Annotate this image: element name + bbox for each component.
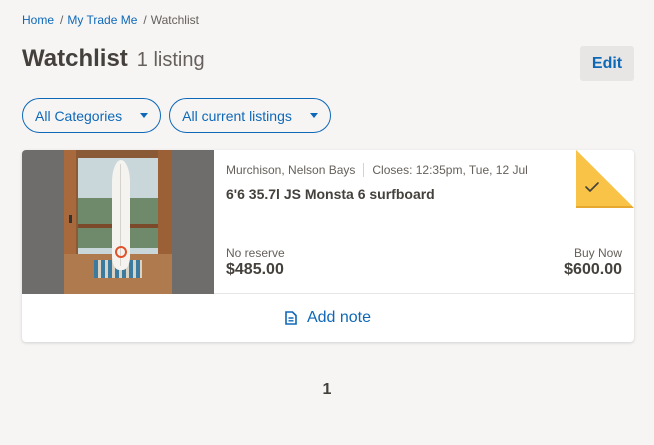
watchlist-check-icon <box>576 150 634 208</box>
category-filter-label: All Categories <box>35 107 123 124</box>
listing-status-filter-dropdown[interactable]: All current listings <box>169 98 331 133</box>
reserve-label: No reserve <box>226 246 285 260</box>
listing-count: 1 listing <box>136 49 205 71</box>
breadcrumb-separator: / <box>60 13 64 27</box>
buy-now-label: Buy Now <box>573 246 622 260</box>
breadcrumb-home-link[interactable]: Home <box>22 13 54 27</box>
breadcrumb: Home / My Trade Me / Watchlist <box>22 13 199 27</box>
breadcrumb-separator: / <box>143 13 147 27</box>
listing-status-filter-label: All current listings <box>182 107 292 124</box>
pagination: 1 <box>0 381 654 399</box>
filter-bar: All Categories All current listings <box>22 98 331 133</box>
add-note-label: Add note <box>306 309 372 326</box>
listing-card[interactable]: Murchison, Nelson Bays Closes: 12:35pm, … <box>22 150 634 342</box>
add-note-button[interactable]: Add note <box>22 294 634 342</box>
buy-now-price: $600.00 <box>564 261 622 278</box>
category-filter-dropdown[interactable]: All Categories <box>22 98 162 133</box>
chevron-down-icon <box>140 113 149 118</box>
breadcrumb-my-trade-me-link[interactable]: My Trade Me <box>67 13 137 27</box>
watchlisted-badge[interactable] <box>576 150 634 208</box>
listing-photo <box>64 150 172 294</box>
breadcrumb-current: Watchlist <box>150 13 199 27</box>
current-price-block: No reserve $485.00 <box>226 246 285 279</box>
listing-card-body[interactable]: Murchison, Nelson Bays Closes: 12:35pm, … <box>22 150 634 294</box>
page-title: Watchlist <box>22 45 128 72</box>
chevron-down-icon <box>309 113 318 118</box>
listing-meta: Murchison, Nelson Bays Closes: 12:35pm, … <box>226 163 528 177</box>
listing-location: Murchison, Nelson Bays <box>226 163 356 177</box>
page-number-current[interactable]: 1 <box>323 381 332 398</box>
meta-divider <box>363 163 365 177</box>
buy-now-block: Buy Now $600.00 <box>564 246 622 279</box>
listing-thumbnail[interactable] <box>22 150 214 294</box>
page-header: Watchlist 1 listing <box>22 45 205 73</box>
listing-title[interactable]: 6'6 35.7l JS Monsta 6 surfboard <box>226 186 435 202</box>
note-icon <box>285 311 297 325</box>
listing-close-time: Closes: 12:35pm, Tue, 12 Jul <box>372 163 528 177</box>
current-price: $485.00 <box>226 261 284 278</box>
edit-button[interactable]: Edit <box>580 46 634 81</box>
